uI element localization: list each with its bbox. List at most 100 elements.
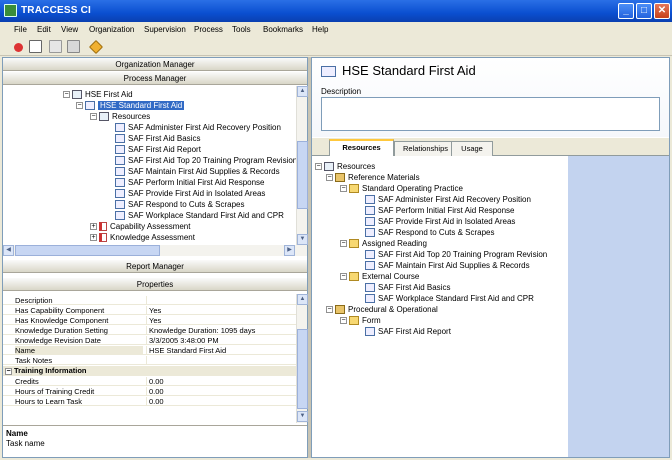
tree-node[interactable]: SAF First Aid Top 20 Training Program Re…: [115, 155, 301, 166]
tree-node[interactable]: SAF Workplace Standard First Aid and CPR: [365, 293, 534, 304]
copy-icon[interactable]: [49, 40, 62, 53]
left-panel: Organization Manager Process Manager − HS…: [2, 57, 308, 458]
property-row[interactable]: Has Knowledge Component Yes: [3, 316, 297, 325]
property-row[interactable]: Task Notes: [3, 356, 297, 365]
tree-node[interactable]: SAF Administer First Aid Recovery Positi…: [365, 194, 531, 205]
process-manager-header[interactable]: Process Manager: [3, 72, 307, 85]
menu-organization[interactable]: Organization: [89, 25, 134, 34]
collapse-icon[interactable]: −: [326, 174, 333, 182]
collapse-icon[interactable]: −: [63, 91, 70, 99]
scroll-thumb[interactable]: [15, 245, 160, 256]
property-row[interactable]: Credits 0.00: [3, 377, 297, 386]
property-row-selected[interactable]: Name HSE Standard First Aid: [3, 346, 297, 355]
organization-manager-header[interactable]: Organization Manager: [3, 58, 307, 71]
tree-node[interactable]: SAF First Aid Top 20 Training Program Re…: [365, 249, 547, 260]
tree-node[interactable]: SAF Administer First Aid Recovery Positi…: [115, 122, 281, 133]
tree-node[interactable]: SAF First Aid Report: [115, 144, 201, 155]
maximize-button[interactable]: □: [636, 3, 652, 19]
menu-help[interactable]: Help: [312, 25, 328, 34]
scroll-thumb[interactable]: [297, 141, 308, 209]
collapse-icon[interactable]: −: [340, 240, 347, 248]
tree-node[interactable]: + Knowledge Assessment: [90, 232, 195, 243]
menu-bookmarks[interactable]: Bookmarks: [263, 25, 303, 34]
bookmark-icon[interactable]: [88, 39, 104, 55]
folder-icon: [349, 184, 359, 194]
property-row[interactable]: Hours to Learn Task 0.00: [3, 397, 297, 406]
window-title-bar[interactable]: TRACCESS CI _ □ ✕: [0, 0, 672, 22]
menu-edit[interactable]: Edit: [37, 25, 51, 34]
delete-icon[interactable]: [14, 43, 23, 52]
new-document-icon[interactable]: [29, 40, 42, 53]
tree-node-selected[interactable]: − HSE Standard First Aid: [76, 100, 185, 111]
collapse-icon[interactable]: −: [340, 273, 347, 281]
document-icon: [365, 294, 375, 304]
scroll-down-icon[interactable]: ▼: [297, 411, 308, 422]
expand-icon[interactable]: +: [90, 234, 97, 242]
tree-node[interactable]: SAF Respond to Cuts & Scrapes: [365, 227, 495, 238]
collapse-icon[interactable]: −: [326, 306, 333, 314]
scroll-thumb[interactable]: [297, 329, 308, 409]
collapse-icon[interactable]: −: [76, 102, 83, 110]
tree-node[interactable]: SAF Maintain First Aid Supplies & Record…: [365, 260, 530, 271]
tab-usage[interactable]: Usage: [451, 141, 493, 156]
collapse-icon[interactable]: −: [5, 367, 12, 375]
tab-relationships[interactable]: Relationships: [394, 141, 457, 156]
property-row[interactable]: Has Capability Component Yes: [3, 306, 297, 315]
tree-node[interactable]: SAF Respond to Cuts & Scrapes: [115, 199, 245, 210]
tree-node[interactable]: SAF Provide First Aid in Isolated Areas: [115, 188, 265, 199]
tree-node[interactable]: − HSE First Aid: [63, 89, 133, 100]
scroll-up-icon[interactable]: ▲: [297, 86, 308, 97]
scroll-down-icon[interactable]: ▼: [297, 234, 308, 245]
right-panel: HSE Standard First Aid Description Resou…: [311, 57, 670, 458]
property-category[interactable]: − Training Information: [3, 366, 297, 376]
minimize-button[interactable]: _: [618, 3, 634, 19]
scroll-right-icon[interactable]: ▶: [284, 245, 295, 256]
menu-tools[interactable]: Tools: [232, 25, 251, 34]
process-tree-hscrollbar[interactable]: ◀ ▶: [3, 245, 307, 256]
property-row[interactable]: Description: [3, 296, 297, 305]
folder-icon: [349, 316, 359, 326]
tree-node[interactable]: SAF First Aid Basics: [115, 133, 200, 144]
property-grid-vscrollbar[interactable]: ▲ ▼: [296, 294, 308, 423]
tree-node[interactable]: − Procedural & Operational: [326, 304, 438, 315]
menu-bar: File Edit View Organization Supervision …: [0, 22, 672, 38]
process-tree-vscrollbar[interactable]: ▲ ▼: [296, 86, 308, 245]
tree-node[interactable]: SAF Perform Initial First Aid Response: [365, 205, 515, 216]
collapse-icon[interactable]: −: [90, 113, 97, 121]
tree-node[interactable]: − Resources: [90, 111, 150, 122]
tab-resources[interactable]: Resources: [329, 139, 394, 156]
property-row[interactable]: Hours of Training Credit 0.00: [3, 387, 297, 396]
scroll-left-icon[interactable]: ◀: [3, 245, 14, 256]
menu-supervision[interactable]: Supervision: [144, 25, 186, 34]
collapse-icon[interactable]: −: [315, 163, 322, 171]
tree-node[interactable]: SAF First Aid Report: [365, 326, 451, 337]
document-icon: [115, 123, 125, 133]
expand-icon[interactable]: +: [90, 223, 97, 231]
help-text: Task name: [6, 439, 45, 448]
property-row[interactable]: Knowledge Duration Setting Knowledge Dura…: [3, 326, 297, 335]
task-icon: [85, 101, 95, 111]
tree-node[interactable]: − Form: [340, 315, 381, 326]
close-button[interactable]: ✕: [654, 3, 670, 19]
collapse-icon[interactable]: −: [340, 317, 347, 325]
tree-node[interactable]: − Standard Operating Practice: [340, 183, 463, 194]
property-row[interactable]: Knowledge Revision Date 3/3/2005 3:48:00 …: [3, 336, 297, 345]
tree-node[interactable]: SAF First Aid Basics: [365, 282, 450, 293]
menu-process[interactable]: Process: [194, 25, 223, 34]
tree-node[interactable]: SAF Maintain First Aid Supplies & Record…: [115, 166, 280, 177]
print-icon[interactable]: [67, 40, 80, 53]
description-field[interactable]: [321, 97, 660, 131]
tree-node[interactable]: − Resources: [315, 161, 375, 172]
tree-node[interactable]: + Capability Assessment: [90, 221, 190, 232]
collapse-icon[interactable]: −: [340, 185, 347, 193]
tree-node[interactable]: − Assigned Reading: [340, 238, 427, 249]
report-manager-header[interactable]: Report Manager: [3, 260, 307, 273]
tree-node[interactable]: SAF Provide First Aid in Isolated Areas: [365, 216, 515, 227]
tree-node[interactable]: − External Course: [340, 271, 419, 282]
tree-node[interactable]: − Reference Materials: [326, 172, 420, 183]
menu-file[interactable]: File: [14, 25, 27, 34]
tree-node[interactable]: SAF Workplace Standard First Aid and CPR: [115, 210, 284, 221]
menu-view[interactable]: View: [61, 25, 78, 34]
scroll-up-icon[interactable]: ▲: [297, 294, 308, 305]
tree-node[interactable]: SAF Perform Initial First Aid Response: [115, 177, 265, 188]
